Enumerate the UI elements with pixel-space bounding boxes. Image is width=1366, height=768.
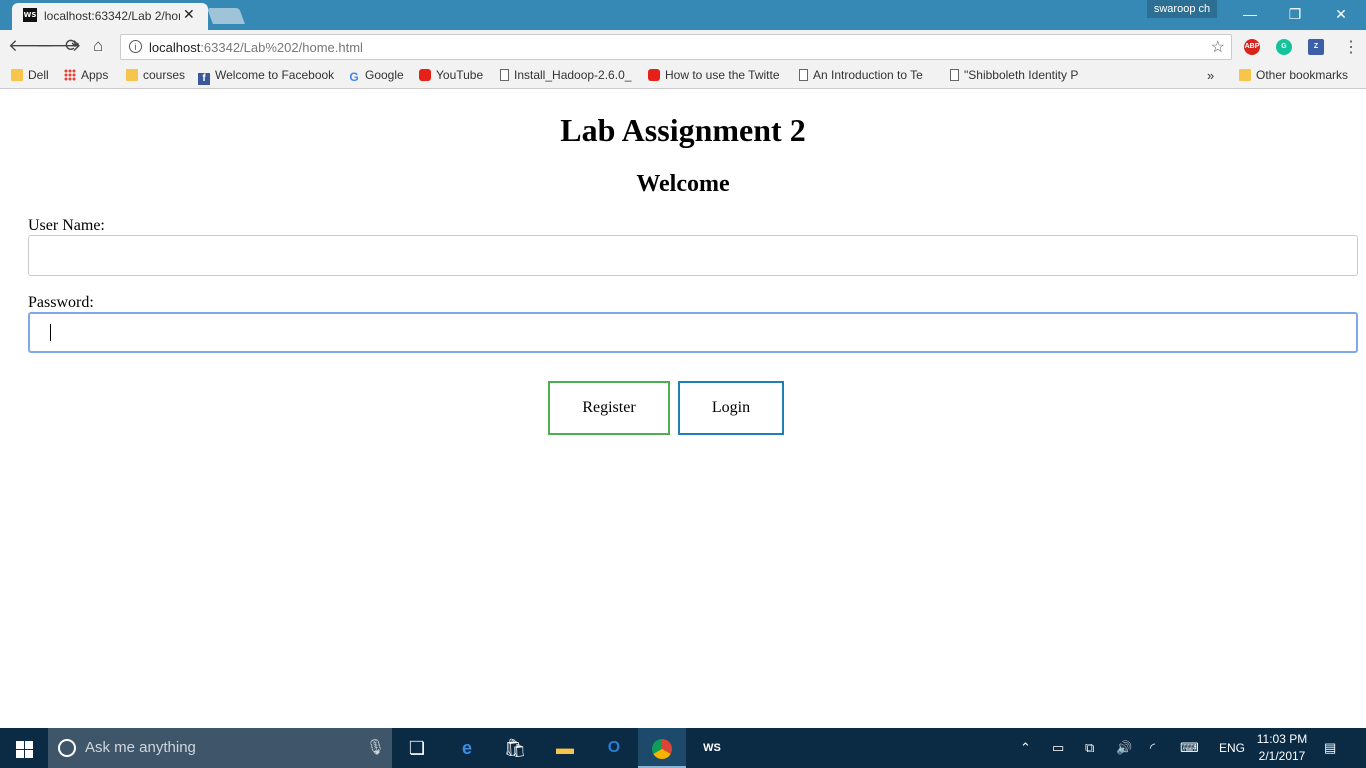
bookmark-label: Google bbox=[365, 68, 404, 82]
bookmark-item[interactable]: G Google bbox=[348, 68, 410, 86]
bookmark-label: Welcome to Facebook bbox=[215, 68, 335, 82]
clock[interactable]: 11:03 PM 2/1/2017 bbox=[1254, 731, 1310, 765]
browser-tab[interactable]: WS localhost:63342/Lab 2/home.html ✕ bbox=[12, 3, 208, 30]
edge-browser-icon[interactable]: e bbox=[443, 728, 491, 768]
reload-icon[interactable]: ⟳ bbox=[65, 36, 79, 56]
bookmark-label: Dell bbox=[28, 68, 49, 82]
store-icon[interactable]: 🛍 bbox=[491, 728, 539, 768]
bookmark-label: Install_Hadoop-2.6.0_ bbox=[514, 68, 632, 82]
windows-start-icon[interactable] bbox=[0, 728, 48, 768]
bookmark-item[interactable]: f Welcome to Facebook bbox=[198, 68, 338, 86]
zotero-icon[interactable]: Z bbox=[1308, 39, 1324, 55]
page-subtitle: Welcome bbox=[636, 171, 730, 197]
bookmark-label: How to use the Twitte bbox=[665, 68, 780, 82]
outlook-icon[interactable]: O bbox=[590, 728, 638, 768]
bookmark-item[interactable]: Dell bbox=[11, 68, 56, 86]
bookmark-label: Apps bbox=[81, 68, 109, 82]
cortana-search-box[interactable]: Ask me anything 🎙 bbox=[48, 728, 392, 768]
task-view-icon[interactable]: ❏ bbox=[393, 728, 441, 768]
tab-title: localhost:63342/Lab 2/home.html bbox=[44, 9, 180, 23]
youtube-icon bbox=[648, 69, 660, 81]
file-explorer-icon[interactable]: ▬ bbox=[541, 728, 589, 768]
clock-time: 11:03 PM bbox=[1256, 732, 1308, 746]
wifi-icon[interactable]: ◜ bbox=[1150, 728, 1155, 768]
browser-toolbar: 🡐 🡒 ⟳ ⌂ i localhost:63342/Lab%202/home.h… bbox=[0, 30, 1366, 64]
webstorm-favicon-icon: WS bbox=[23, 8, 37, 22]
adblock-plus-icon[interactable]: ABP bbox=[1244, 39, 1260, 55]
folder-icon bbox=[1239, 69, 1251, 81]
document-icon bbox=[500, 69, 509, 81]
document-icon bbox=[799, 69, 808, 81]
facebook-icon: f bbox=[198, 73, 210, 85]
bookmark-item[interactable]: An Introduction to Te bbox=[799, 68, 939, 86]
bookmark-label: "Shibboleth Identity P bbox=[964, 68, 1079, 82]
cortana-icon bbox=[58, 739, 76, 757]
other-bookmarks[interactable]: Other bookmarks bbox=[1239, 68, 1348, 86]
register-button[interactable]: Register bbox=[548, 381, 670, 435]
action-center-icon[interactable]: ▤ bbox=[1324, 728, 1336, 768]
windows-taskbar: Ask me anything 🎙 ❏ e 🛍 ▬ O WS ⌃ ▭ ⧉ 🔊 ◜… bbox=[0, 728, 1366, 768]
page-content: Lab Assignment 2 Welcome User Name: Pass… bbox=[0, 90, 1366, 728]
clock-date: 2/1/2017 bbox=[1258, 749, 1306, 763]
grammarly-icon[interactable]: G bbox=[1276, 39, 1292, 55]
battery-icon[interactable]: ▭ bbox=[1052, 728, 1064, 768]
minimize-icon[interactable]: — bbox=[1227, 2, 1273, 26]
webstorm-icon[interactable]: WS bbox=[688, 728, 736, 768]
search-placeholder: Ask me anything bbox=[85, 739, 196, 756]
google-icon: G bbox=[349, 70, 359, 84]
new-tab-button[interactable] bbox=[207, 8, 245, 24]
password-input[interactable] bbox=[28, 312, 1358, 353]
volume-icon[interactable]: 🔊 bbox=[1116, 728, 1132, 768]
text-caret bbox=[50, 324, 51, 341]
folder-icon bbox=[11, 69, 23, 81]
bookmark-item[interactable]: How to use the Twitte bbox=[648, 68, 786, 86]
show-hidden-icons-icon[interactable]: ⌃ bbox=[1020, 728, 1031, 768]
bookmark-item[interactable]: Apps bbox=[64, 68, 119, 86]
chrome-menu-icon[interactable]: ⋮ bbox=[1343, 37, 1359, 57]
close-window-icon[interactable]: ✕ bbox=[1318, 2, 1364, 26]
bookmark-item[interactable]: Install_Hadoop-2.6.0_ bbox=[500, 68, 638, 86]
tab-close-icon[interactable]: ✕ bbox=[183, 6, 195, 23]
keyboard-icon[interactable]: ⌨ bbox=[1180, 728, 1199, 768]
bookmarks-bar: Dell Apps courses f Welcome to Facebook G Goog… bbox=[0, 64, 1366, 89]
url-text[interactable]: localhost:63342/Lab%202/home.html bbox=[149, 40, 363, 55]
page-title: Lab Assignment 2 bbox=[560, 112, 806, 148]
apps-grid-icon bbox=[64, 69, 76, 81]
bookmark-label: An Introduction to Te bbox=[813, 68, 923, 82]
restore-icon[interactable]: ❐ bbox=[1272, 2, 1318, 26]
bookmarks-overflow-icon[interactable]: » bbox=[1207, 68, 1214, 86]
bookmark-label: courses bbox=[143, 68, 186, 82]
folder-icon bbox=[126, 69, 138, 81]
bookmark-item[interactable]: YouTube bbox=[419, 68, 491, 86]
youtube-icon bbox=[419, 69, 431, 81]
address-bar[interactable]: i localhost:63342/Lab%202/home.html ☆ bbox=[120, 34, 1232, 60]
microphone-icon[interactable]: 🎙 bbox=[366, 738, 385, 756]
bookmark-item[interactable]: "Shibboleth Identity P bbox=[950, 68, 1085, 86]
profile-button[interactable]: swaroop ch bbox=[1147, 0, 1217, 18]
username-input[interactable] bbox=[28, 235, 1358, 276]
bookmark-label: YouTube bbox=[436, 68, 484, 82]
password-label: Password: bbox=[28, 294, 94, 311]
language-indicator[interactable]: ENG bbox=[1219, 728, 1245, 768]
bookmark-item[interactable]: courses bbox=[126, 68, 188, 86]
bookmark-star-icon[interactable]: ☆ bbox=[1211, 37, 1225, 57]
network-drive-icon[interactable]: ⧉ bbox=[1085, 728, 1094, 768]
login-button[interactable]: Login bbox=[678, 381, 784, 435]
info-icon[interactable]: i bbox=[129, 40, 142, 53]
browser-title-bar: WS localhost:63342/Lab 2/home.html ✕ swa… bbox=[0, 0, 1366, 30]
home-icon[interactable]: ⌂ bbox=[93, 36, 103, 56]
chrome-icon[interactable] bbox=[638, 728, 686, 768]
document-icon bbox=[950, 69, 959, 81]
username-label: User Name: bbox=[28, 217, 105, 234]
